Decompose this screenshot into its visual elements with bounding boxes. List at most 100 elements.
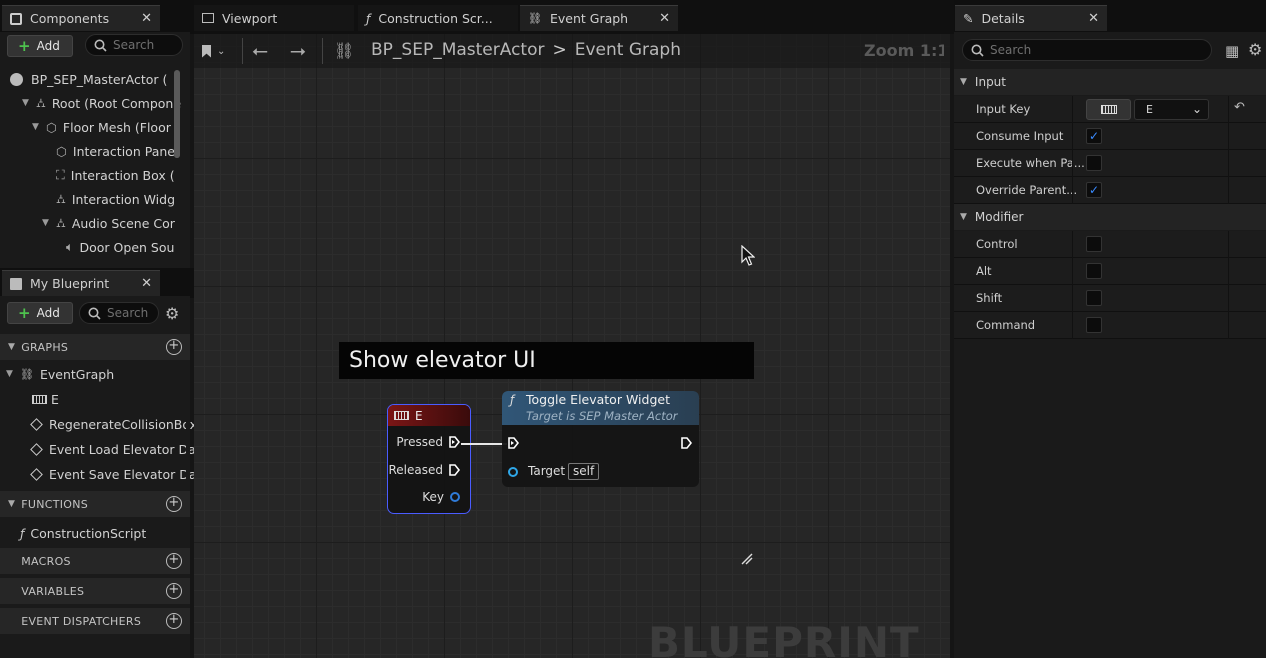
tab-construction-script[interactable]: ƒ Construction Scr... bbox=[358, 5, 518, 31]
object-pin-icon[interactable] bbox=[508, 467, 518, 477]
chevron-down-icon[interactable]: ▼ bbox=[42, 218, 52, 228]
event-graph-icon: ⛓ bbox=[528, 12, 542, 25]
graph-item-eventgraph[interactable]: ▼ ⛓ EventGraph bbox=[6, 362, 114, 386]
table-view-icon[interactable]: ▦ bbox=[1225, 42, 1239, 60]
details-search-input[interactable]: Search bbox=[962, 39, 1212, 61]
column-divider bbox=[1072, 150, 1073, 177]
tree-item-interaction-widget[interactable]: ⛼ Interaction Widg bbox=[56, 187, 175, 211]
section-label: MACROS bbox=[21, 554, 71, 568]
target-default-value[interactable]: self bbox=[568, 463, 600, 480]
target-pin-label: Target bbox=[528, 464, 566, 478]
tab-my-blueprint[interactable]: My Blueprint ✕ bbox=[2, 270, 160, 296]
row-command: Command bbox=[954, 312, 1266, 339]
function-node-toggle-elevator[interactable]: ƒ Toggle Elevator Widget Target is SEP M… bbox=[502, 391, 699, 487]
tree-item-actor[interactable]: BP_SEP_MasterActor ( bbox=[10, 67, 167, 91]
chevron-down-icon: ⌄ bbox=[1191, 102, 1202, 116]
add-graph-icon[interactable]: + bbox=[166, 339, 182, 355]
category-label: Modifier bbox=[974, 210, 1024, 224]
function-icon: ƒ bbox=[510, 393, 515, 407]
chevron-down-icon[interactable]: ▼ bbox=[6, 369, 16, 379]
add-label: Add bbox=[36, 306, 60, 320]
graph-item-e[interactable]: E bbox=[32, 387, 59, 411]
column-divider bbox=[1228, 312, 1229, 339]
tree-item-interaction-panel[interactable]: ⬡ Interaction Pane bbox=[56, 139, 175, 163]
gear-icon[interactable]: ⚙ bbox=[1248, 40, 1262, 59]
comment-box[interactable]: Show elevator UI bbox=[339, 342, 754, 379]
column-divider bbox=[1228, 285, 1229, 312]
functions-section-header[interactable]: ▼ FUNCTIONS + bbox=[0, 491, 190, 517]
pin-pressed[interactable]: Pressed bbox=[396, 435, 460, 449]
event-node-e[interactable]: E Pressed Released Key bbox=[387, 404, 471, 514]
dispatchers-section-header[interactable]: ▼ EVENT DISPATCHERS + bbox=[0, 608, 190, 634]
tab-components[interactable]: Components ✕ bbox=[2, 5, 160, 31]
graph-item-save[interactable]: Event Save Elevator Dat bbox=[30, 462, 201, 486]
tree-item-floor-mesh[interactable]: ▼ ⬡ Floor Mesh (Floor bbox=[32, 115, 171, 139]
add-blueprint-member-button[interactable]: + Add bbox=[7, 302, 73, 324]
tree-item-root[interactable]: ▼ ⛼ Root (Root Compone bbox=[22, 91, 181, 115]
chevron-down-icon: ▼ bbox=[8, 342, 16, 352]
forward-arrow-icon[interactable]: ⭢ bbox=[290, 38, 306, 62]
tree-item-door-open-sound[interactable]: 🔈︎ Door Open Sou bbox=[66, 235, 174, 259]
item-label: RegenerateCollisionBox bbox=[49, 416, 198, 432]
item-label: E bbox=[51, 391, 59, 407]
search-placeholder: Search bbox=[107, 306, 149, 320]
column-divider bbox=[1228, 150, 1229, 177]
command-checkbox[interactable] bbox=[1086, 317, 1102, 333]
category-input[interactable]: ▼ Input bbox=[954, 69, 1266, 95]
tree-item-audio-scene[interactable]: ▼ ⛼ Audio Scene Cor bbox=[42, 211, 175, 235]
close-icon[interactable]: ✕ bbox=[1088, 11, 1099, 26]
tab-label: Viewport bbox=[222, 10, 278, 26]
add-variable-icon[interactable]: + bbox=[166, 583, 182, 599]
category-label: Input bbox=[974, 75, 1006, 89]
control-checkbox[interactable] bbox=[1086, 236, 1102, 252]
key-selector-button[interactable] bbox=[1086, 99, 1131, 120]
function-item-constructionscript[interactable]: ƒ ConstructionScript bbox=[20, 521, 146, 545]
tree-item-interaction-box[interactable]: ⛶ Interaction Box ( bbox=[56, 163, 175, 187]
row-label: Control bbox=[976, 237, 1018, 251]
exec-out-pin-icon[interactable] bbox=[681, 437, 692, 449]
macros-section-header[interactable]: ▼ MACROS + bbox=[0, 548, 190, 574]
tab-viewport[interactable]: Viewport bbox=[194, 5, 354, 31]
chevron-down-icon[interactable]: ▼ bbox=[22, 98, 32, 108]
resize-handle-icon[interactable] bbox=[740, 552, 754, 566]
graph-item-regenerate[interactable]: RegenerateCollisionBox bbox=[30, 412, 198, 436]
pin-label: Pressed bbox=[396, 435, 443, 449]
input-key-dropdown[interactable]: E ⌄ bbox=[1134, 99, 1209, 120]
tab-details[interactable]: ✎ Details ✕ bbox=[955, 5, 1107, 31]
breadcrumb-root[interactable]: BP_SEP_MasterActor bbox=[371, 40, 545, 60]
graph-item-load[interactable]: Event Load Elevator Dat bbox=[30, 437, 201, 461]
alt-checkbox[interactable] bbox=[1086, 263, 1102, 279]
shift-checkbox[interactable] bbox=[1086, 290, 1102, 306]
tree-item-label: Interaction Box ( bbox=[70, 167, 175, 183]
exec-wire[interactable] bbox=[461, 443, 507, 445]
close-icon[interactable]: ✕ bbox=[141, 276, 152, 291]
column-divider bbox=[1072, 177, 1073, 204]
row-label: Execute when Pa... bbox=[976, 156, 1085, 170]
exec-in-pin-icon[interactable] bbox=[508, 437, 519, 449]
add-dispatcher-icon[interactable]: + bbox=[166, 613, 182, 629]
myblueprint-search-input[interactable]: Search bbox=[79, 302, 159, 324]
category-modifier[interactable]: ▼ Modifier bbox=[954, 204, 1266, 230]
bookmark-dropdown[interactable]: ⌄ bbox=[202, 41, 236, 61]
add-component-button[interactable]: + Add bbox=[7, 35, 73, 57]
chevron-down-icon[interactable]: ▼ bbox=[32, 122, 42, 132]
back-arrow-icon[interactable]: ⭠ bbox=[252, 38, 268, 62]
override-parent-checkbox[interactable]: ✓ bbox=[1086, 182, 1102, 198]
variables-section-header[interactable]: ▼ VARIABLES + bbox=[0, 578, 190, 604]
column-divider bbox=[1072, 312, 1073, 339]
graphs-section-header[interactable]: ▼ GRAPHS + bbox=[0, 334, 190, 360]
consume-input-checkbox[interactable]: ✓ bbox=[1086, 128, 1102, 144]
execute-when-paused-checkbox[interactable] bbox=[1086, 155, 1102, 171]
close-icon[interactable]: ✕ bbox=[659, 11, 670, 26]
close-icon[interactable]: ✕ bbox=[141, 11, 152, 26]
pin-released[interactable]: Released bbox=[388, 463, 460, 477]
pin-key[interactable]: Key bbox=[422, 490, 460, 504]
tab-event-graph[interactable]: ⛓ Event Graph ✕ bbox=[520, 5, 678, 31]
add-macro-icon[interactable]: + bbox=[166, 553, 182, 569]
add-function-icon[interactable]: + bbox=[166, 496, 182, 512]
gear-icon[interactable]: ⚙ bbox=[165, 304, 179, 323]
reset-to-default-icon[interactable]: ↶ bbox=[1234, 100, 1245, 115]
components-scrollbar-thumb[interactable] bbox=[174, 70, 180, 158]
column-divider bbox=[1072, 285, 1073, 312]
components-search-input[interactable]: Search bbox=[85, 34, 183, 56]
